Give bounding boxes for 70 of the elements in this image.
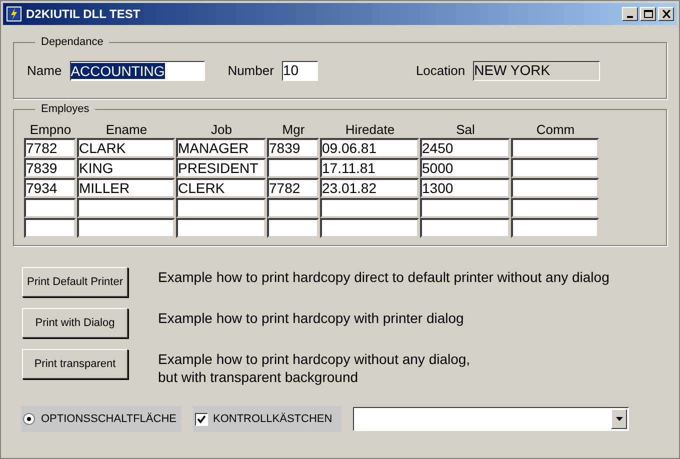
maximize-button[interactable]: [640, 7, 656, 21]
checkbox-option[interactable]: KONTROLLKÄSTCHEN: [193, 406, 341, 432]
table-cell[interactable]: [320, 218, 419, 238]
table-cell[interactable]: [267, 158, 319, 178]
table-cell[interactable]: 1300: [420, 178, 510, 198]
radio-option[interactable]: OPTIONSSCHALTFLÄCHE: [21, 406, 181, 432]
app-icon: [6, 6, 22, 22]
table-cell[interactable]: CLARK: [77, 138, 175, 158]
description-text: but with transparent background: [158, 368, 360, 386]
close-icon: [662, 10, 670, 18]
table-cell[interactable]: [511, 178, 599, 198]
table-cell[interactable]: 7839: [24, 158, 76, 178]
table-cell[interactable]: 7839: [267, 138, 319, 158]
table-cell[interactable]: PRESIDENT: [176, 158, 266, 178]
close-button[interactable]: [658, 7, 674, 21]
table-cell[interactable]: 09.06.81: [320, 138, 419, 158]
table-cell[interactable]: [176, 218, 266, 238]
table-cell[interactable]: CLERK: [176, 178, 266, 198]
radio-button[interactable]: [23, 413, 35, 425]
dropdown-arrow-icon: [616, 417, 622, 421]
table-cell[interactable]: [511, 158, 599, 178]
dropdown-field[interactable]: [353, 407, 629, 431]
column-header: Comm: [535, 121, 576, 138]
table-cell[interactable]: [267, 198, 319, 218]
column-header: Ename: [104, 121, 148, 138]
description-text: Example how to print hardcopy with printer dialog: [158, 309, 464, 327]
table-cell[interactable]: [420, 198, 510, 218]
table-cell[interactable]: [267, 218, 319, 238]
number-field[interactable]: 10: [282, 60, 318, 80]
column-header: Hiredate: [344, 121, 396, 138]
field-label: Location: [416, 62, 466, 80]
field-label: Name: [27, 62, 62, 80]
column-header: Sal: [455, 121, 476, 138]
group-title: Dependance: [35, 34, 110, 50]
print-button[interactable]: Print with Dialog: [22, 308, 128, 338]
table-cell[interactable]: 7934: [24, 178, 76, 198]
description-text: Example how to print hardcopy without any dialog,: [158, 350, 470, 368]
group-title: Employes: [35, 101, 96, 118]
name-field[interactable]: ACCOUNTING: [70, 60, 205, 80]
table-cell[interactable]: 5000: [420, 158, 510, 178]
description-text: Example how to print hardcopy direct to default printer without any dialog: [158, 268, 610, 286]
table-cell[interactable]: [511, 198, 599, 218]
table-cell[interactable]: MILLER: [77, 178, 175, 198]
column-header: Empno: [28, 121, 72, 138]
table-cell[interactable]: 2450: [420, 138, 510, 158]
window-title: D2KIUTIL DLL TEST: [26, 6, 140, 23]
table-cell[interactable]: [77, 198, 175, 218]
table-cell[interactable]: [24, 218, 76, 238]
table-cell[interactable]: MANAGER: [176, 138, 266, 158]
table-cell[interactable]: 23.01.82: [320, 178, 419, 198]
table-cell[interactable]: 17.11.81: [320, 158, 419, 178]
print-button[interactable]: Print Default Printer: [22, 267, 128, 297]
table-cell[interactable]: [77, 218, 175, 238]
table-cell[interactable]: [320, 198, 419, 218]
table-cell[interactable]: KING: [77, 158, 175, 178]
print-button[interactable]: Print transparent: [22, 349, 128, 379]
table-cell[interactable]: [176, 198, 266, 218]
checkbox[interactable]: [195, 412, 208, 426]
table-cell[interactable]: [511, 218, 599, 238]
table-cell[interactable]: [420, 218, 510, 238]
field-label: Number: [228, 62, 274, 80]
table-cell[interactable]: 7782: [267, 178, 319, 198]
table-cell[interactable]: [511, 138, 599, 158]
column-header: Mgr: [281, 121, 306, 138]
location-field[interactable]: NEW YORK: [473, 60, 600, 80]
table-cell[interactable]: [24, 198, 76, 218]
minimize-button[interactable]: [622, 7, 638, 21]
table-cell[interactable]: 7782: [24, 138, 76, 158]
maximize-icon: [644, 10, 652, 18]
column-header: Job: [210, 121, 233, 138]
